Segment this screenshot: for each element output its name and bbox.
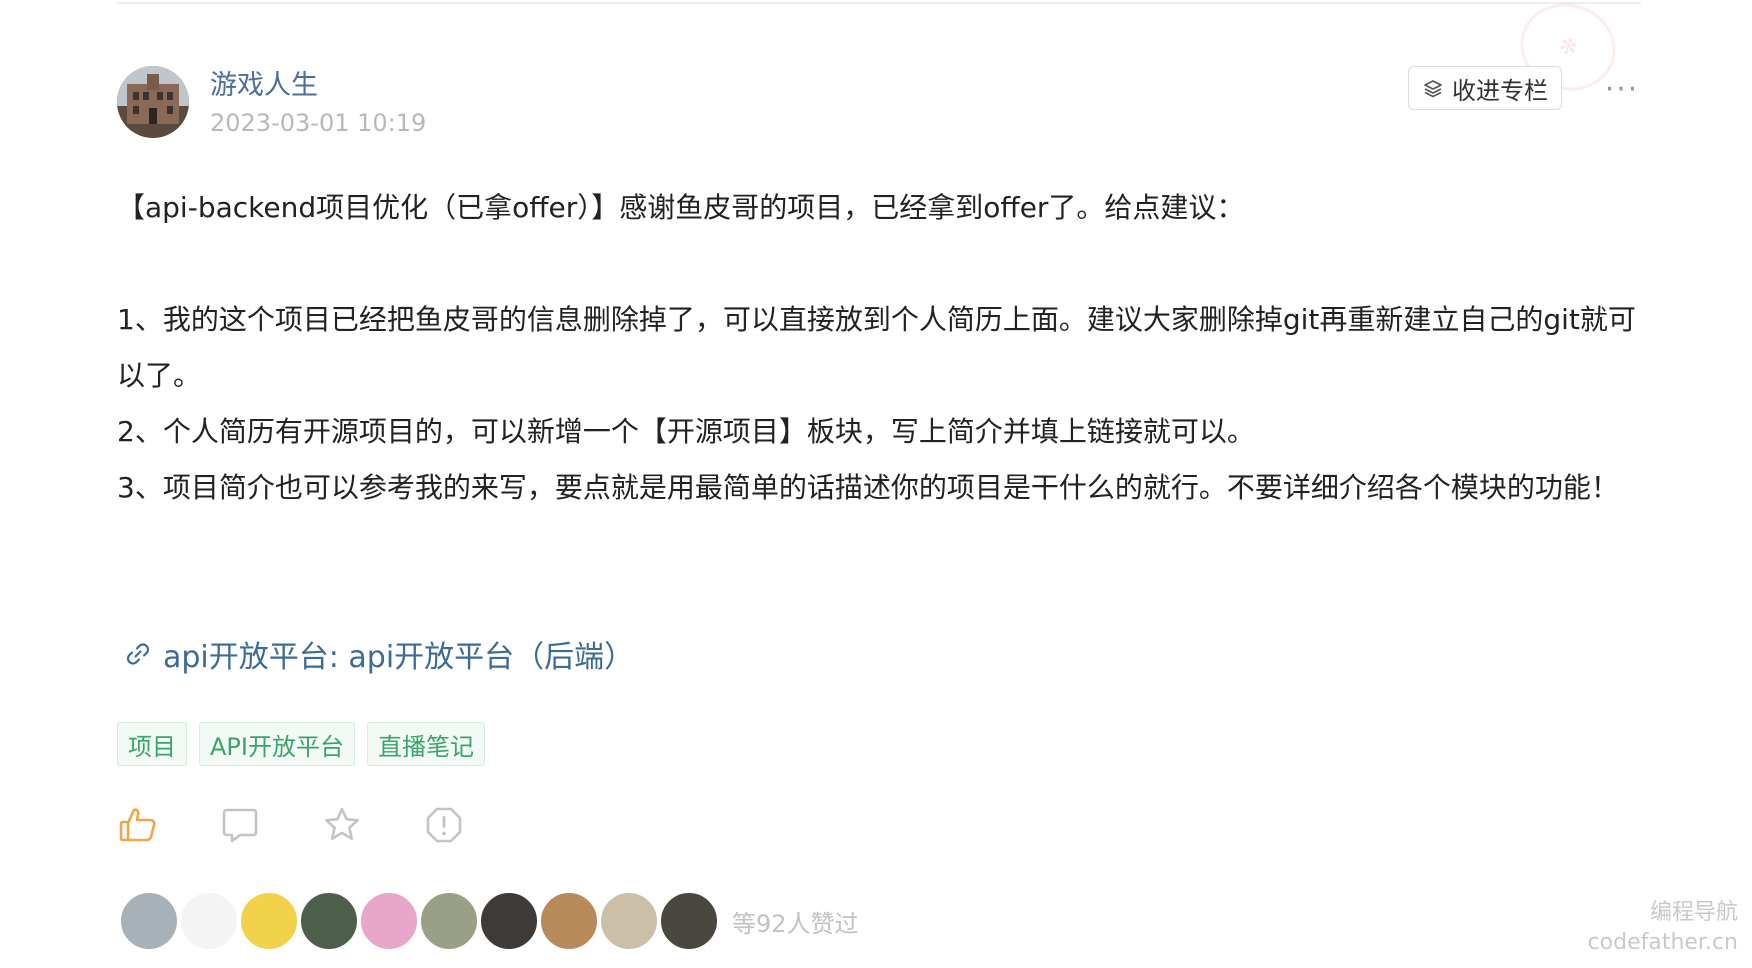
- post-time: 2023-03-01 10:19: [210, 109, 427, 137]
- watermark-line-2: codefather.cn: [1587, 930, 1738, 955]
- liker-avatar[interactable]: [600, 892, 658, 950]
- liker-avatar[interactable]: [480, 892, 538, 950]
- top-divider: [117, 2, 1641, 4]
- content-paragraph: 1、我的这个项目已经把鱼皮哥的信息删除掉了，可以直接放到个人简历上面。建议大家删…: [117, 303, 1636, 392]
- collect-to-column-button[interactable]: 收进专栏: [1408, 66, 1562, 110]
- liker-avatar[interactable]: [120, 892, 178, 950]
- comment-icon: [222, 808, 258, 843]
- report-button[interactable]: [423, 804, 465, 846]
- tag-list: 项目 API开放平台 直播笔记: [117, 722, 485, 766]
- collect-label: 收进专栏: [1452, 76, 1548, 105]
- alert-icon: [426, 807, 462, 843]
- liker-avatar[interactable]: [240, 892, 298, 950]
- star-icon: [325, 807, 359, 840]
- content-paragraph: 3、项目简介也可以参考我的来写，要点就是用最简单的话描述你的项目是干什么的就行。…: [117, 471, 1619, 504]
- project-link-text: api开放平台: api开放平台（后端）: [163, 640, 635, 675]
- tag-item[interactable]: 项目: [117, 722, 187, 766]
- likers-count[interactable]: 等92人赞过: [732, 904, 859, 939]
- content-paragraph: 【api-backend项目优化（已拿offer）】感谢鱼皮哥的项目，已经拿到o…: [117, 191, 1245, 224]
- author-avatar[interactable]: [117, 66, 189, 138]
- link-icon: [126, 643, 150, 665]
- likers-row: 等92人赞过: [120, 892, 859, 950]
- stack-icon: [1424, 80, 1442, 98]
- liker-avatar[interactable]: [540, 892, 598, 950]
- avatar-building-image: [117, 66, 189, 138]
- liker-avatar[interactable]: [420, 892, 478, 950]
- liker-avatar[interactable]: [300, 892, 358, 950]
- site-watermark: 编程导航 codefather.cn: [1588, 898, 1738, 958]
- project-link[interactable]: api开放平台: api开放平台（后端）: [123, 632, 634, 676]
- favorite-button[interactable]: [321, 804, 363, 846]
- stamp-text: ✻: [1555, 32, 1581, 62]
- liker-avatar[interactable]: [180, 892, 238, 950]
- content-blank-line: [117, 236, 1642, 292]
- action-bar: [117, 804, 465, 846]
- like-button[interactable]: [117, 804, 159, 846]
- tag-item[interactable]: 直播笔记: [366, 722, 485, 766]
- more-options-button[interactable]: ···: [1604, 71, 1640, 107]
- tag-item[interactable]: API开放平台: [199, 722, 355, 766]
- content-paragraph: 2、个人简历有开源项目的，可以新增一个【开源项目】板块，写上简介并填上链接就可以…: [117, 415, 1255, 448]
- thumbs-up-icon: [119, 808, 156, 842]
- comment-button[interactable]: [219, 804, 261, 846]
- author-name[interactable]: 游戏人生: [210, 68, 318, 104]
- liker-avatar[interactable]: [660, 892, 718, 950]
- more-icon: ···: [1604, 71, 1640, 107]
- watermark-line-1: 编程导航: [1649, 900, 1738, 925]
- liker-avatar[interactable]: [360, 892, 418, 950]
- post-content: 【api-backend项目优化（已拿offer）】感谢鱼皮哥的项目，已经拿到o…: [117, 180, 1642, 516]
